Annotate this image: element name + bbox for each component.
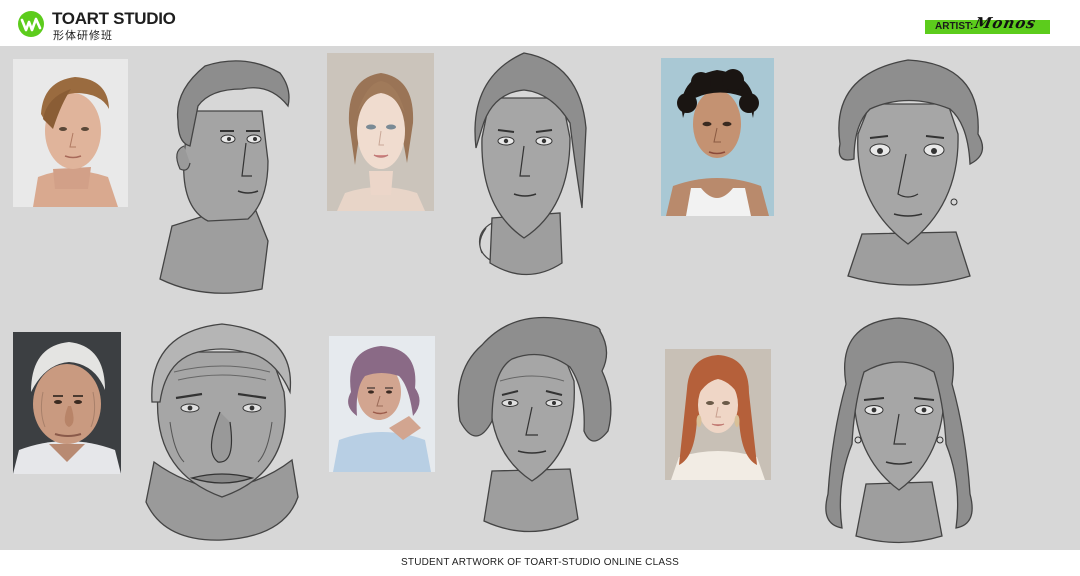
sketch-study <box>462 48 592 283</box>
sketch-study <box>830 54 990 294</box>
reference-photo <box>327 53 434 211</box>
artist-badge: ARTIST: Monos <box>925 14 1050 34</box>
gallery-canvas <box>0 46 1080 550</box>
artist-signature: Monos <box>973 14 1038 32</box>
sketch-study <box>144 322 302 542</box>
brand-name: TOART STUDIO <box>52 9 176 28</box>
footer-caption: STUDENT ARTWORK OF TOART-STUDIO ONLINE C… <box>401 557 679 568</box>
footer: STUDENT ARTWORK OF TOART-STUDIO ONLINE C… <box>0 550 1080 576</box>
sketch-study <box>150 51 298 301</box>
reference-photo <box>13 59 128 207</box>
artist-label: ARTIST: <box>935 21 974 32</box>
reference-photo <box>665 349 771 480</box>
brand-subtitle: 形体研修班 <box>53 29 113 42</box>
sketch-study <box>806 314 992 549</box>
reference-photo <box>13 332 121 474</box>
reference-photo <box>329 336 435 472</box>
reference-photo <box>661 58 774 216</box>
header: TOART STUDIO 形体研修班 ARTIST: Monos <box>0 0 1080 46</box>
sketch-study <box>452 311 617 541</box>
toart-logo-icon <box>17 10 45 38</box>
